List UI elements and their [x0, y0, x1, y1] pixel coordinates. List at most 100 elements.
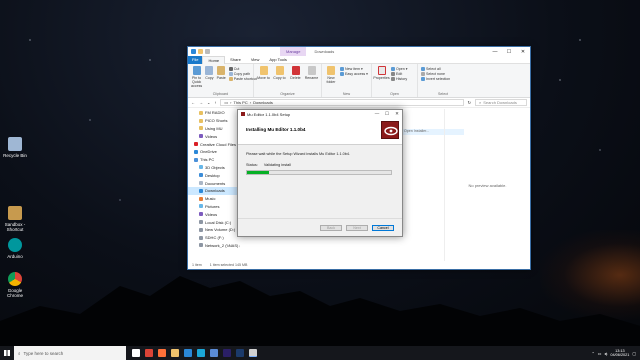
nav-item[interactable]: Music [188, 195, 240, 203]
desktop-icon-chrome[interactable]: Google Chrome [0, 272, 30, 298]
photoshop-icon[interactable] [236, 349, 244, 357]
network-icon[interactable]: ▭ [598, 351, 602, 356]
copy-to-icon [275, 66, 284, 75]
mail-icon[interactable] [184, 349, 192, 357]
system-tray: ⌃ ▭ ◂) 13:13 04/06/2021 ▢ [591, 349, 640, 358]
nav-item[interactable]: PICO Shorts [188, 117, 240, 125]
paste-shortcut-button[interactable]: Paste shortcut [228, 77, 257, 81]
start-button[interactable] [0, 346, 14, 360]
installer-icon [241, 112, 245, 116]
manage-context-tab[interactable]: Manage [280, 47, 307, 56]
photos-icon[interactable] [210, 349, 218, 357]
notification-icon[interactable]: ▢ [632, 351, 636, 356]
desktop-icon-arduino[interactable]: Arduino [0, 238, 30, 259]
search-icon: ⌕ [479, 100, 482, 105]
maximize-button[interactable]: ☐ [502, 49, 516, 55]
search-input[interactable]: ⌕ Search Downloads [475, 99, 527, 106]
open-button[interactable]: Open ▾ [391, 67, 408, 71]
new-item-button[interactable]: New item ▾ [340, 67, 368, 71]
breadcrumb-this-pc[interactable]: This PC [233, 100, 247, 105]
nav-item-label: PICO Shorts [205, 118, 228, 124]
address-bar[interactable]: ▭ › This PC › Downloads [220, 99, 464, 106]
nav-item[interactable]: Pictures [188, 203, 240, 211]
nav-item[interactable]: Desktop [188, 171, 240, 179]
cut-button[interactable]: Cut [228, 67, 257, 71]
computer-icon: ▭ [224, 100, 229, 105]
group-label: Organize [280, 92, 295, 96]
cancel-button[interactable]: Cancel [372, 224, 394, 231]
nav-item[interactable]: Videos [188, 210, 240, 218]
minimize-button[interactable]: — [372, 111, 382, 117]
folder-icon [199, 220, 203, 225]
desktop-icon-sandbox[interactable]: Sandbox - Shortcut [0, 206, 30, 232]
nav-item[interactable]: Videos [188, 132, 240, 140]
close-button[interactable]: ✕ [516, 49, 530, 55]
setup-icon[interactable] [249, 349, 257, 357]
nav-item[interactable]: Documents [188, 179, 240, 187]
task-view-icon[interactable] [132, 349, 140, 357]
taskbar-search[interactable]: ⌕ Type here to search [14, 346, 126, 360]
install-progress-bar [246, 170, 392, 175]
nav-item[interactable]: 3D Objects [188, 164, 240, 172]
next-button[interactable]: Next [346, 224, 368, 231]
group-label: Select [438, 92, 448, 96]
desktop-icon-recycle-bin[interactable]: Recycle Bin [0, 137, 30, 158]
chevron-down-icon[interactable]: ⌄ [207, 100, 210, 105]
refresh-icon[interactable]: ↻ [468, 100, 471, 105]
minimize-button[interactable]: — [488, 49, 502, 55]
move-icon [259, 66, 268, 75]
nav-item[interactable]: This PC [188, 156, 240, 164]
volume-icon[interactable]: ◂) [604, 351, 607, 356]
nav-item[interactable]: SDHC (F:) [188, 234, 240, 242]
select-group: Select all Select none Invert selection … [418, 64, 468, 97]
chevron-up-icon[interactable]: ⌃ [591, 351, 594, 356]
back-button[interactable]: Back [320, 224, 342, 231]
nav-item[interactable]: OneDrive [188, 148, 240, 156]
nav-item[interactable]: FM RADIO [188, 109, 240, 117]
select-all-button[interactable]: Select all [421, 67, 450, 71]
search-icon: ⌕ [18, 350, 21, 356]
invert-selection-button[interactable]: Invert selection [421, 77, 450, 81]
history-button[interactable]: History [391, 77, 408, 81]
close-button[interactable]: ✕ [392, 111, 402, 117]
file-explorer-icon[interactable] [171, 349, 179, 357]
tab-view[interactable]: View [246, 57, 265, 62]
tab-share[interactable]: Share [225, 57, 246, 62]
nav-item-label: Pictures [205, 203, 220, 209]
item-count: 1 item [192, 263, 202, 267]
folder-icon [199, 165, 203, 170]
recycle-bin-icon [8, 137, 22, 151]
forward-arrow-icon[interactable]: → [199, 100, 203, 105]
firefox-icon[interactable] [158, 349, 166, 357]
nav-item[interactable]: New Volume (D:) [188, 226, 240, 234]
properties-icon[interactable] [191, 49, 196, 54]
nav-item[interactable]: Local Disk (C:) [188, 218, 240, 226]
premiere-icon[interactable] [223, 349, 231, 357]
quick-access-toolbar [188, 49, 210, 54]
folder-icon[interactable] [198, 49, 203, 54]
tab-app-tools[interactable]: App Tools [264, 57, 292, 62]
chevron-down-icon[interactable] [205, 49, 210, 54]
edge-icon[interactable] [197, 349, 205, 357]
back-arrow-icon[interactable]: ← [191, 100, 195, 105]
nav-item[interactable]: Downloads [188, 186, 240, 195]
tab-file[interactable]: File [188, 55, 203, 64]
edit-button[interactable]: Edit [391, 72, 408, 76]
folder-icon [199, 126, 203, 131]
status-value: Validating install [263, 163, 291, 167]
nav-item-label: Music [205, 196, 216, 202]
up-arrow-icon[interactable]: ↑ [214, 100, 216, 105]
folder-icon [199, 227, 203, 232]
ribbon-tabs: File Home Share View App Tools [188, 55, 530, 64]
nav-item[interactable]: Network_2 (\\NAS) (Z:) [188, 242, 240, 250]
nav-item[interactable]: Creative Cloud Files [188, 140, 240, 148]
easy-access-button[interactable]: Easy access ▾ [340, 72, 368, 76]
select-none-button[interactable]: Select none [421, 72, 450, 76]
breadcrumb-downloads[interactable]: Downloads [253, 100, 273, 105]
nav-item[interactable]: Using MU [188, 125, 240, 133]
copy-path-button[interactable]: Copy path [228, 72, 257, 76]
tab-home[interactable]: Home [202, 55, 226, 64]
clock[interactable]: 13:13 04/06/2021 [610, 349, 629, 358]
chrome-icon[interactable] [145, 349, 153, 357]
maximize-button[interactable]: ☐ [382, 111, 392, 117]
